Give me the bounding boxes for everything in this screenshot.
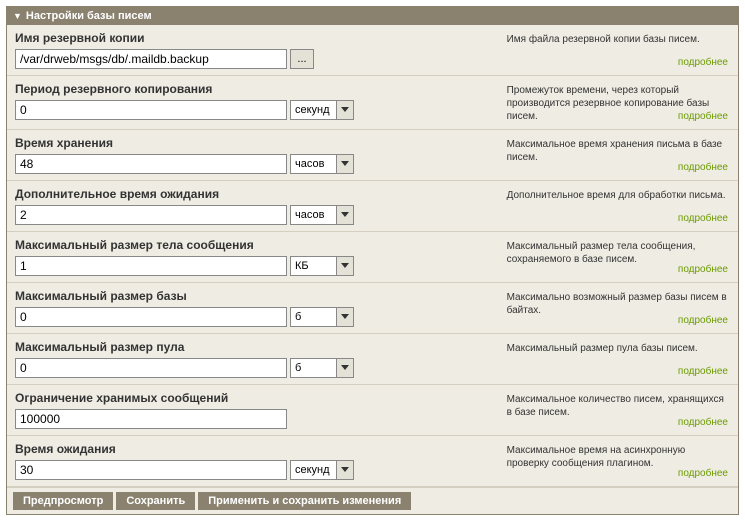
browse-button[interactable]: ... — [290, 49, 314, 69]
more-link[interactable]: подробнее — [678, 263, 728, 276]
field-description: Максимальный размер тела сообщения, сохр… — [507, 241, 696, 265]
panel-body: Имя резервной копии ... Имя файла резерв… — [7, 25, 738, 514]
row-backup-period: Период резервного копирования секунд Про… — [7, 76, 738, 130]
save-button[interactable]: Сохранить — [116, 492, 195, 510]
field-description: Имя файла резервной копии базы писем. — [507, 34, 700, 45]
extra-wait-input[interactable] — [15, 205, 287, 225]
row-backup-name: Имя резервной копии ... Имя файла резерв… — [7, 25, 738, 76]
chevron-down-icon — [341, 107, 349, 112]
footer-toolbar: Предпросмотр Сохранить Применить и сохра… — [7, 487, 738, 514]
more-link[interactable]: подробнее — [678, 110, 728, 123]
field-label: Максимальный размер тела сообщения — [15, 238, 499, 252]
row-wait-time: Время ожидания секунд Максимальное время… — [7, 436, 738, 487]
field-description: Максимально возможный размер базы писем … — [507, 292, 727, 316]
row-max-pool-size: Максимальный размер пула б Максимальный … — [7, 334, 738, 385]
max-db-input[interactable] — [15, 307, 287, 327]
unit-value: б — [295, 311, 301, 323]
more-link[interactable]: подробнее — [678, 314, 728, 327]
chevron-down-icon — [341, 467, 349, 472]
unit-select[interactable]: часов — [290, 205, 354, 225]
field-label: Имя резервной копии — [15, 31, 499, 45]
row-extra-wait: Дополнительное время ожидания часов Допо… — [7, 181, 738, 232]
collapse-icon: ▼ — [13, 11, 22, 21]
more-link[interactable]: подробнее — [678, 161, 728, 174]
field-description: Дополнительное время для обработки письм… — [507, 190, 726, 201]
unit-select[interactable]: б — [290, 307, 354, 327]
storage-time-input[interactable] — [15, 154, 287, 174]
chevron-down-icon — [341, 314, 349, 319]
chevron-down-icon — [341, 212, 349, 217]
field-label: Время ожидания — [15, 442, 499, 456]
panel-header[interactable]: ▼ Настройки базы писем — [7, 7, 738, 25]
field-label: Ограничение хранимых сообщений — [15, 391, 499, 405]
more-link[interactable]: подробнее — [678, 416, 728, 429]
unit-value: секунд — [295, 464, 330, 476]
unit-value: б — [295, 362, 301, 374]
row-max-body-size: Максимальный размер тела сообщения КБ Ма… — [7, 232, 738, 283]
unit-value: часов — [295, 158, 324, 170]
chevron-down-icon — [341, 161, 349, 166]
field-description: Максимальное время хранения письма в баз… — [507, 139, 723, 163]
field-label: Время хранения — [15, 136, 499, 150]
panel-title: Настройки базы писем — [26, 10, 152, 22]
msg-limit-input[interactable] — [15, 409, 287, 429]
preview-button[interactable]: Предпросмотр — [13, 492, 113, 510]
unit-select[interactable]: КБ — [290, 256, 354, 276]
field-description: Максимальное количество писем, хранящихс… — [507, 394, 724, 418]
chevron-down-icon — [341, 263, 349, 268]
unit-value: часов — [295, 209, 324, 221]
backup-name-input[interactable] — [15, 49, 287, 69]
apply-button[interactable]: Применить и сохранить изменения — [198, 492, 411, 510]
more-link[interactable]: подробнее — [678, 212, 728, 225]
unit-value: КБ — [295, 260, 309, 272]
unit-select[interactable]: б — [290, 358, 354, 378]
unit-select[interactable]: секунд — [290, 100, 354, 120]
field-label: Период резервного копирования — [15, 82, 499, 96]
chevron-down-icon — [341, 365, 349, 370]
more-link[interactable]: подробнее — [678, 56, 728, 69]
row-max-db-size: Максимальный размер базы б Максимально в… — [7, 283, 738, 334]
field-description: Максимальное время на асинхронную провер… — [507, 445, 686, 469]
wait-time-input[interactable] — [15, 460, 287, 480]
unit-select[interactable]: часов — [290, 154, 354, 174]
backup-period-input[interactable] — [15, 100, 287, 120]
field-description: Максимальный размер пула базы писем. — [507, 343, 698, 354]
row-storage-time: Время хранения часов Максимальное время … — [7, 130, 738, 181]
more-link[interactable]: подробнее — [678, 467, 728, 480]
field-label: Максимальный размер базы — [15, 289, 499, 303]
unit-value: секунд — [295, 104, 330, 116]
max-pool-input[interactable] — [15, 358, 287, 378]
max-body-input[interactable] — [15, 256, 287, 276]
row-msg-limit: Ограничение хранимых сообщений Максималь… — [7, 385, 738, 436]
more-link[interactable]: подробнее — [678, 365, 728, 378]
field-label: Дополнительное время ожидания — [15, 187, 499, 201]
field-label: Максимальный размер пула — [15, 340, 499, 354]
unit-select[interactable]: секунд — [290, 460, 354, 480]
settings-panel: ▼ Настройки базы писем Имя резервной коп… — [6, 6, 739, 515]
